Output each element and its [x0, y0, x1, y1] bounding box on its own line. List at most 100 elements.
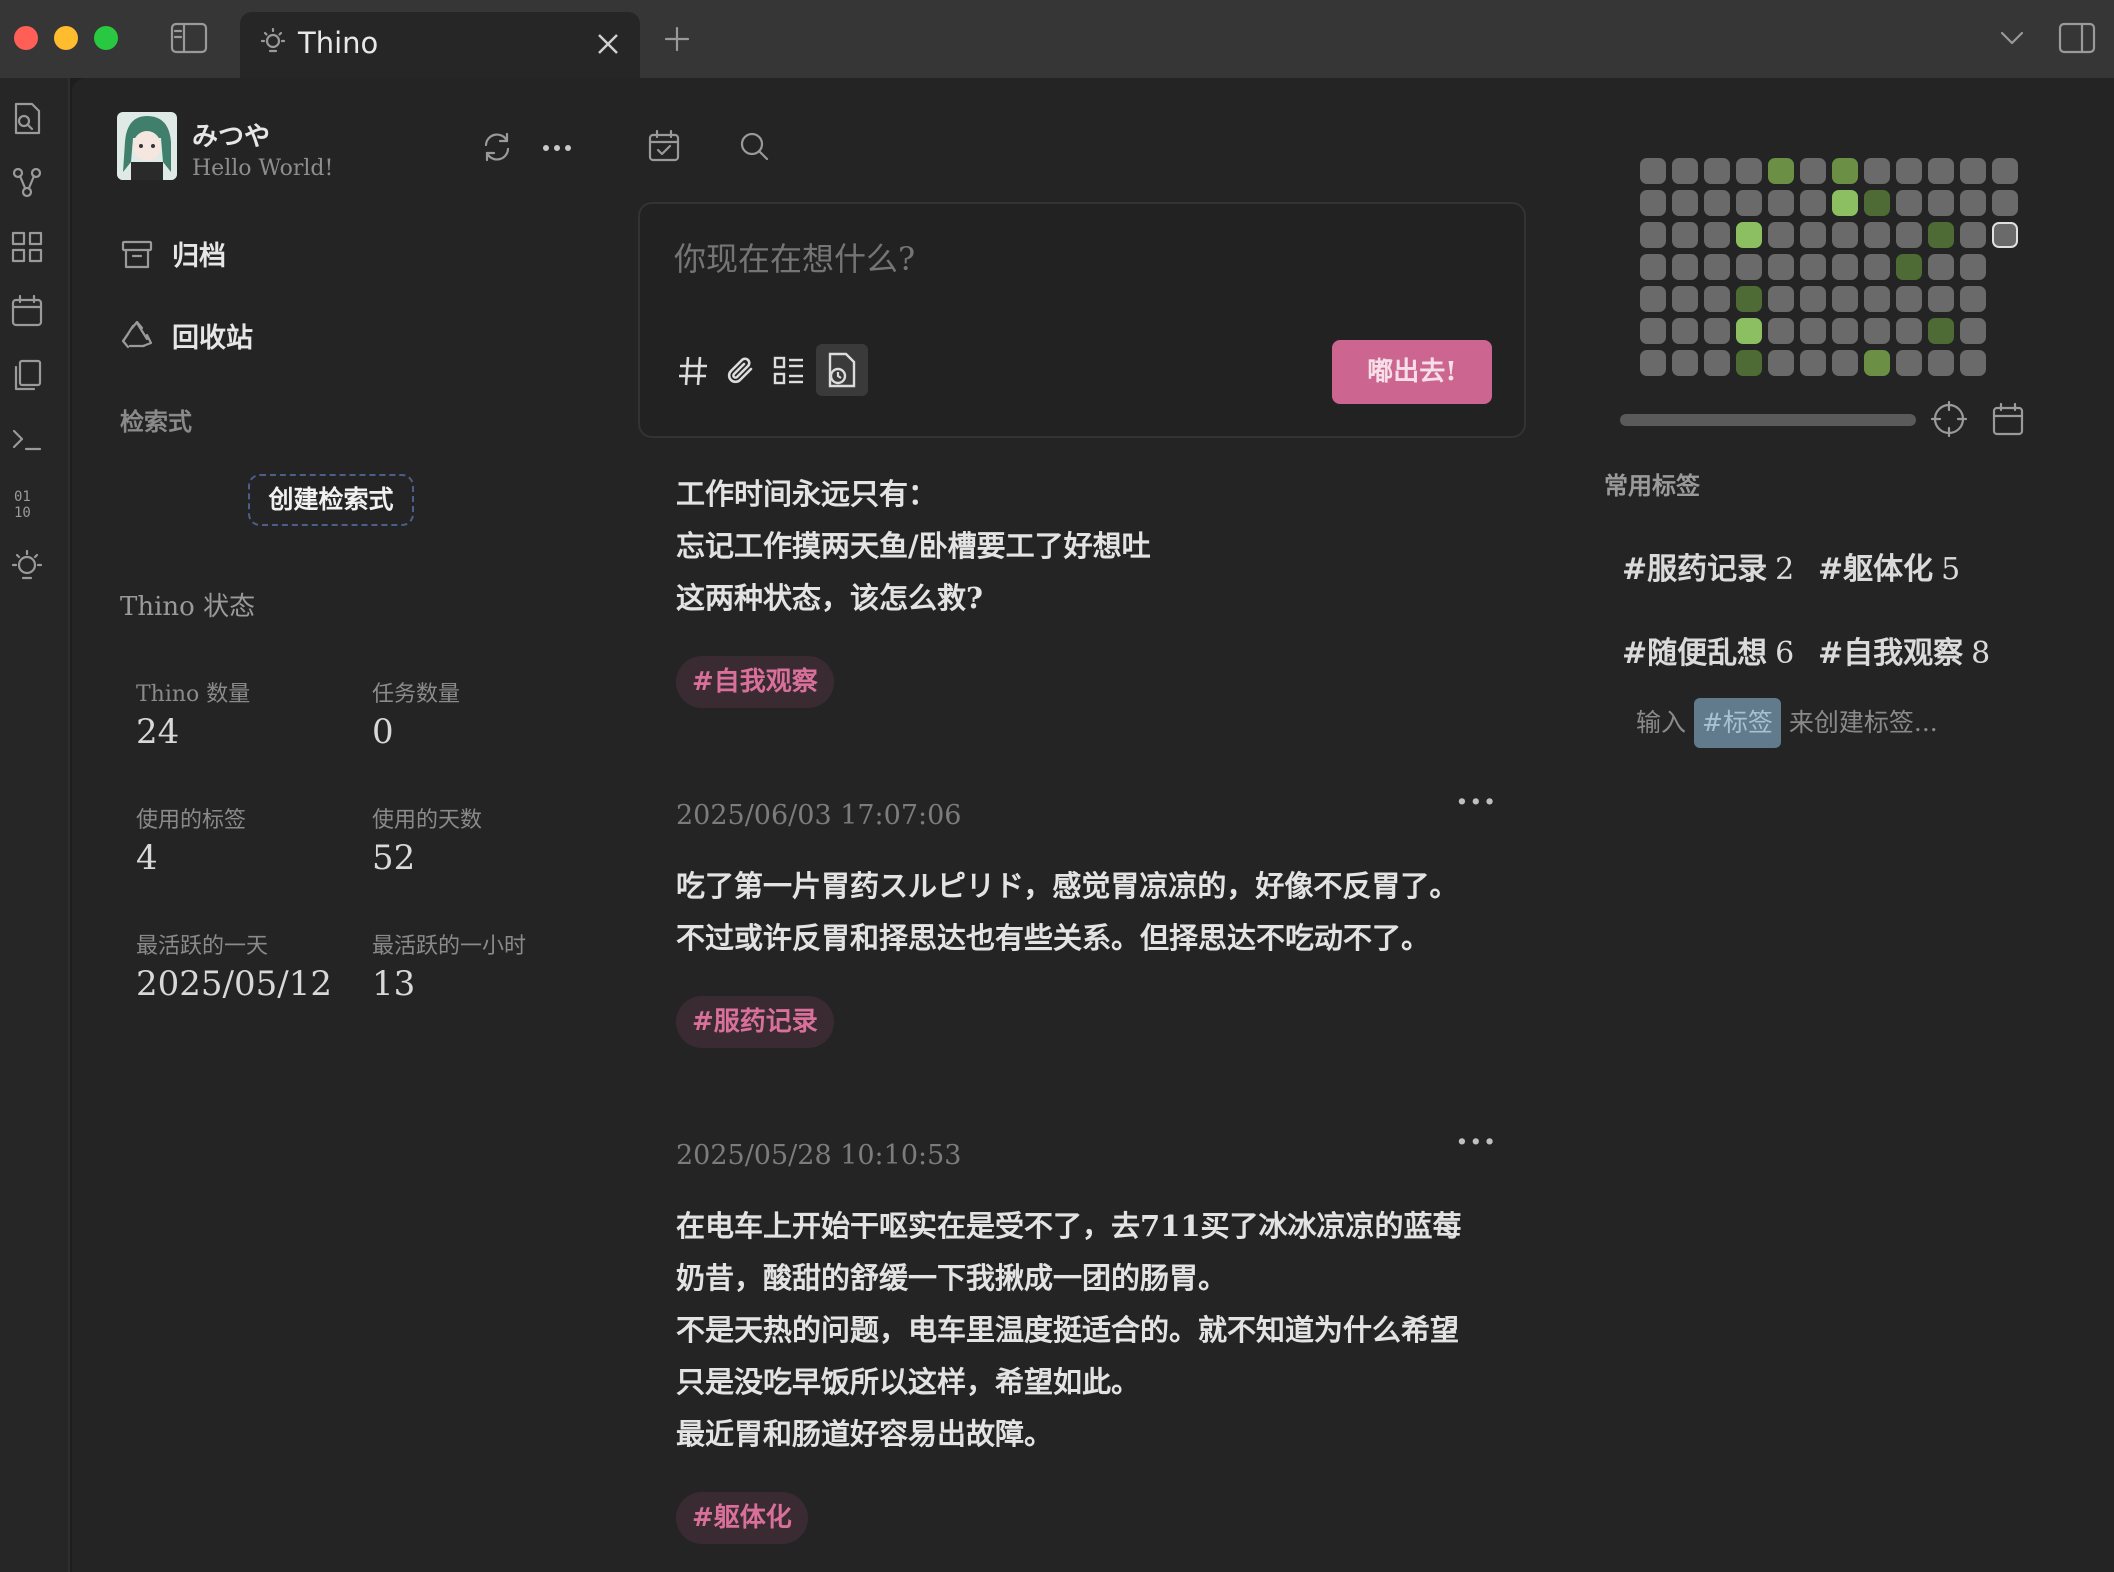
heatmap-cell[interactable] — [1736, 286, 1762, 312]
heatmap-cell[interactable] — [1768, 222, 1794, 248]
heatmap-cell[interactable] — [1928, 318, 1954, 344]
create-query-button[interactable]: 创建检索式 — [248, 474, 414, 526]
heatmap-cell[interactable] — [1704, 190, 1730, 216]
memo-tag[interactable]: #自我观察 — [676, 656, 834, 708]
heatmap-cell[interactable] — [1928, 350, 1954, 376]
graph-icon[interactable] — [8, 164, 46, 202]
heatmap-cell[interactable] — [1640, 222, 1666, 248]
heatmap-cell[interactable] — [1768, 318, 1794, 344]
heatmap-cell[interactable] — [1928, 286, 1954, 312]
send-memo-button[interactable]: 嘟出去! — [1332, 340, 1492, 404]
heatmap-cell[interactable] — [1928, 222, 1954, 248]
heatmap-cell[interactable] — [1704, 222, 1730, 248]
heatmap-cell[interactable] — [1832, 222, 1858, 248]
avatar[interactable] — [117, 112, 177, 180]
nav-recycle-bin[interactable]: 回收站 — [120, 316, 253, 355]
memo-tag[interactable]: #躯体化 — [676, 1492, 808, 1544]
minimize-window-button[interactable] — [54, 26, 78, 50]
heatmap-cell[interactable] — [1640, 286, 1666, 312]
attachment-icon[interactable] — [724, 354, 758, 388]
heatmap-cell[interactable] — [1896, 190, 1922, 216]
heatmap-cell[interactable] — [1832, 158, 1858, 184]
heatmap-cell[interactable] — [1768, 254, 1794, 280]
heatmap-cell[interactable] — [1896, 158, 1922, 184]
heatmap-cell[interactable] — [1800, 350, 1826, 376]
heatmap-cell[interactable] — [1896, 286, 1922, 312]
heatmap-cell[interactable] — [1768, 158, 1794, 184]
heatmap-cell[interactable] — [1672, 158, 1698, 184]
heatmap-cell[interactable] — [1672, 254, 1698, 280]
terminal-icon[interactable] — [8, 420, 46, 458]
heatmap-cell[interactable] — [1832, 286, 1858, 312]
frequent-tag[interactable]: #自我观察 8 — [1818, 628, 1990, 672]
heatmap-cell[interactable] — [1864, 254, 1890, 280]
nav-archive[interactable]: 归档 — [120, 234, 226, 273]
heatmap-cell[interactable] — [1800, 318, 1826, 344]
memo-input[interactable] — [674, 240, 1474, 278]
frequent-tag[interactable]: #躯体化 5 — [1818, 544, 1960, 588]
heatmap-cell[interactable] — [1736, 254, 1762, 280]
heatmap-cell[interactable] — [1800, 286, 1826, 312]
heatmap-cell[interactable] — [1864, 318, 1890, 344]
heatmap-cell[interactable] — [1640, 350, 1666, 376]
close-tab-icon[interactable] — [596, 32, 620, 56]
memo-more-icon[interactable]: ··· — [1456, 782, 1498, 822]
heatmap-scrollbar[interactable] — [1620, 414, 1916, 426]
sync-icon[interactable] — [480, 130, 514, 164]
heatmap-cell[interactable] — [1640, 254, 1666, 280]
heatmap-cell[interactable] — [1832, 350, 1858, 376]
heatmap-cell[interactable] — [1672, 190, 1698, 216]
heatmap-cell[interactable] — [1960, 222, 1986, 248]
task-list-icon[interactable] — [772, 354, 806, 388]
heatmap-cell[interactable] — [1640, 318, 1666, 344]
heatmap-cell[interactable] — [1864, 286, 1890, 312]
heatmap-cell[interactable] — [1896, 318, 1922, 344]
heatmap-cell[interactable] — [1864, 158, 1890, 184]
heatmap-cell[interactable] — [1672, 318, 1698, 344]
heatmap-cell[interactable] — [1864, 222, 1890, 248]
heatmap-cell[interactable] — [1768, 190, 1794, 216]
heatmap-cell[interactable] — [1704, 350, 1730, 376]
heatmap-cell[interactable] — [1800, 190, 1826, 216]
heatmap-cell[interactable] — [1768, 350, 1794, 376]
heatmap-cell[interactable] — [1704, 254, 1730, 280]
heatmap-cell[interactable] — [1928, 158, 1954, 184]
search-icon[interactable] — [736, 128, 772, 164]
heatmap-cell[interactable] — [1960, 190, 1986, 216]
memo-more-icon[interactable]: ··· — [1456, 1122, 1498, 1162]
locate-today-icon[interactable] — [1930, 400, 1968, 438]
heatmap-cell[interactable] — [1640, 158, 1666, 184]
heatmap-calendar-icon[interactable] — [1990, 400, 2026, 438]
heatmap-cell[interactable] — [1928, 190, 1954, 216]
heatmap-cell[interactable] — [1640, 190, 1666, 216]
heatmap-cell[interactable] — [1960, 350, 1986, 376]
dashboard-icon[interactable] — [8, 228, 46, 266]
heatmap-cell[interactable] — [1736, 318, 1762, 344]
tab-thino[interactable]: Thino — [240, 12, 640, 78]
heatmap-cell[interactable] — [1704, 318, 1730, 344]
heatmap-cell[interactable] — [1864, 350, 1890, 376]
heatmap-cell[interactable] — [1960, 318, 1986, 344]
calendar-check-icon[interactable] — [646, 128, 682, 164]
heatmap-cell[interactable] — [1736, 158, 1762, 184]
hashtag-icon[interactable] — [676, 354, 710, 388]
heatmap-cell[interactable] — [1928, 254, 1954, 280]
heatmap-cell[interactable] — [1672, 222, 1698, 248]
frequent-tag[interactable]: #服药记录 2 — [1622, 544, 1794, 588]
heatmap-cell[interactable] — [1960, 286, 1986, 312]
thino-lightbulb-icon[interactable] — [8, 548, 46, 586]
binary-icon[interactable]: 01 10 — [8, 484, 46, 522]
heatmap-cell[interactable] — [1704, 286, 1730, 312]
file-clock-icon[interactable] — [816, 344, 868, 396]
zoom-window-button[interactable] — [94, 26, 118, 50]
heatmap-cell[interactable] — [1992, 222, 2018, 248]
heatmap-cell[interactable] — [1672, 350, 1698, 376]
toggle-right-sidebar-icon[interactable] — [2058, 22, 2096, 54]
close-window-button[interactable] — [14, 26, 38, 50]
heatmap-cell[interactable] — [1992, 158, 2018, 184]
heatmap-cell[interactable] — [1704, 158, 1730, 184]
heatmap-cell[interactable] — [1832, 318, 1858, 344]
heatmap-cell[interactable] — [1736, 222, 1762, 248]
chevron-down-icon[interactable] — [1998, 28, 2026, 48]
heatmap-cell[interactable] — [1736, 190, 1762, 216]
